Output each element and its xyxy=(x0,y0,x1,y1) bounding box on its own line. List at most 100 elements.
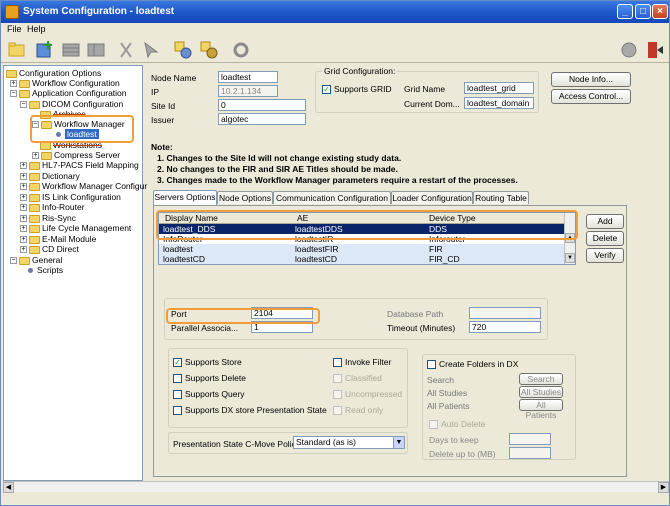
tree-item-scripts[interactable]: Scripts xyxy=(26,265,63,276)
grid-configuration-group: Grid Configuration: ✓ Supports GRID Grid … xyxy=(315,66,539,113)
tab-node-options[interactable]: Node Options xyxy=(217,191,273,204)
toolbar xyxy=(1,37,669,63)
expand-icon[interactable]: + xyxy=(20,183,27,191)
folder-icon xyxy=(29,224,40,233)
checkmark-icon: ✓ xyxy=(173,358,182,368)
exit-icon[interactable] xyxy=(645,40,665,60)
new-folder-icon[interactable] xyxy=(7,40,27,60)
tab-routing-table[interactable]: Routing Table xyxy=(473,191,529,204)
cmove-policy-select[interactable]: Standard (as is) ▼ xyxy=(293,436,405,449)
folder-icon xyxy=(19,89,30,98)
chevron-down-icon[interactable]: ▼ xyxy=(393,437,404,448)
expand-icon[interactable]: + xyxy=(20,215,27,223)
cmove-policy-group: Presentation State C-Move Policy... Stan… xyxy=(168,432,408,454)
supports-dx-store-checkbox[interactable]: Supports DX store Presentation State xyxy=(173,405,327,416)
refresh-icon[interactable] xyxy=(231,40,251,60)
table-row[interactable]: loadtest loadtestFIR FIR xyxy=(159,244,565,254)
supports-store-checkbox[interactable]: ✓ Supports Store xyxy=(173,357,242,368)
expand-icon[interactable]: + xyxy=(20,225,27,233)
help-icon[interactable] xyxy=(619,40,639,60)
close-button[interactable]: × xyxy=(652,4,668,19)
maximize-button[interactable]: □ xyxy=(635,4,651,19)
site-id-field[interactable]: 0 xyxy=(218,99,306,111)
classified-checkbox: Classified xyxy=(333,373,382,384)
scroll-left-icon[interactable]: ◀ xyxy=(3,482,14,493)
timeout-label: Timeout (Minutes) xyxy=(387,323,456,333)
checkbox-box xyxy=(429,420,438,430)
node-config-icon[interactable] xyxy=(173,40,193,60)
expand-icon[interactable]: + xyxy=(20,204,27,212)
tab-loader-configuration[interactable]: Loader Configuration xyxy=(391,191,473,204)
tree-item-life-cycle-management[interactable]: + Life Cycle Management xyxy=(20,223,131,234)
uncompressed-checkbox: Uncompressed xyxy=(333,389,402,400)
read-only-checkbox: Read only xyxy=(333,405,383,416)
scroll-right-icon[interactable]: ▶ xyxy=(658,482,669,493)
horizontal-scrollbar[interactable]: ◀ ▶ xyxy=(3,481,669,493)
search-button: Search xyxy=(519,373,563,385)
tree-item-cd-direct[interactable]: + CD Direct xyxy=(20,244,79,255)
scroll-down-icon[interactable]: ▼ xyxy=(565,253,575,263)
menu-file[interactable]: File xyxy=(7,24,22,34)
expand-icon[interactable]: + xyxy=(20,236,27,244)
node-bullet-icon xyxy=(28,268,33,274)
collapse-icon[interactable]: − xyxy=(10,257,17,265)
current-domain-field[interactable]: loadtest_domain xyxy=(464,97,534,109)
table-row[interactable]: loadtestCD loadtestCD FIR_CD xyxy=(159,254,565,264)
node-settings-icon[interactable] xyxy=(199,40,219,60)
grid-name-field[interactable]: loadtest_grid xyxy=(464,82,534,94)
tree-item-application-configuration[interactable]: − Application Configuration xyxy=(10,88,127,99)
grid-alt-icon[interactable] xyxy=(86,40,106,60)
verify-button[interactable]: Verify xyxy=(586,248,624,263)
current-domain-label: Current Dom... xyxy=(404,99,460,109)
create-folders-checkbox[interactable]: Create Folders in DX xyxy=(427,359,518,370)
tree-item-workflow-manager-configuration[interactable]: + Workflow Manager Configur xyxy=(20,181,147,192)
supports-delete-checkbox[interactable]: Supports Delete xyxy=(173,373,246,384)
timeout-field[interactable]: 720 xyxy=(469,321,541,333)
note-line-2: 2. No changes to the FIR and SIR AE Titl… xyxy=(157,164,398,174)
all-patients-button: All Patients xyxy=(519,399,563,420)
cut-icon[interactable] xyxy=(117,40,137,60)
access-control-button[interactable]: Access Control... xyxy=(551,89,631,104)
collapse-icon[interactable]: − xyxy=(20,101,27,109)
node-name-label: Node Name xyxy=(151,73,197,83)
expand-icon[interactable]: + xyxy=(20,246,27,254)
paste-icon[interactable] xyxy=(141,40,161,60)
grid-name-label: Grid Name xyxy=(404,84,446,94)
issuer-field[interactable]: algotec xyxy=(218,113,306,125)
minimize-button[interactable]: _ xyxy=(617,4,633,19)
folder-icon xyxy=(29,193,40,202)
expand-icon[interactable]: + xyxy=(20,194,27,202)
expand-icon[interactable]: + xyxy=(10,80,17,88)
folder-icon xyxy=(29,172,40,181)
node-info-button[interactable]: Node Info... xyxy=(551,72,631,87)
expand-icon[interactable]: + xyxy=(20,162,27,170)
supports-query-checkbox[interactable]: Supports Query xyxy=(173,389,245,400)
highlight-selected-server xyxy=(156,210,578,240)
note-line-3: 3. Changes made to the Workflow Manager … xyxy=(157,175,518,185)
folder-icon xyxy=(29,161,40,170)
tree-item-info-router[interactable]: + Info-Router xyxy=(20,202,85,213)
collapse-icon[interactable]: − xyxy=(10,90,17,98)
expand-icon[interactable]: + xyxy=(20,173,27,181)
checkbox-box xyxy=(173,390,182,400)
checkmark-icon: ✓ xyxy=(322,85,331,95)
expand-icon[interactable]: + xyxy=(32,152,39,160)
app-window: System Configuration - loadtest _ □ × Fi… xyxy=(0,0,670,506)
tab-communication-configuration[interactable]: Communication Configuration xyxy=(273,191,391,204)
checkbox-box xyxy=(333,374,342,384)
delete-up-to-field xyxy=(509,447,551,459)
add-button[interactable]: Add xyxy=(586,214,624,229)
tree-item-hl7-pacs-field-mapping[interactable]: + HL7-PACS Field Mapping xyxy=(20,160,139,171)
folder-icon xyxy=(6,69,17,78)
folder-icon xyxy=(29,245,40,254)
node-name-field[interactable]: loadtest xyxy=(218,71,278,83)
tab-servers-options[interactable]: Servers Options xyxy=(153,190,217,205)
supports-grid-checkbox[interactable]: ✓ Supports GRID xyxy=(322,84,392,95)
delete-button[interactable]: Delete xyxy=(586,231,624,246)
ip-field: 10.2.1.134 xyxy=(218,85,278,97)
grid-icon[interactable] xyxy=(61,40,81,60)
add-node-icon[interactable] xyxy=(35,40,55,60)
menu-help[interactable]: Help xyxy=(27,24,46,34)
checkbox-box xyxy=(333,358,342,368)
invoke-filter-checkbox[interactable]: Invoke Filter xyxy=(333,357,391,368)
